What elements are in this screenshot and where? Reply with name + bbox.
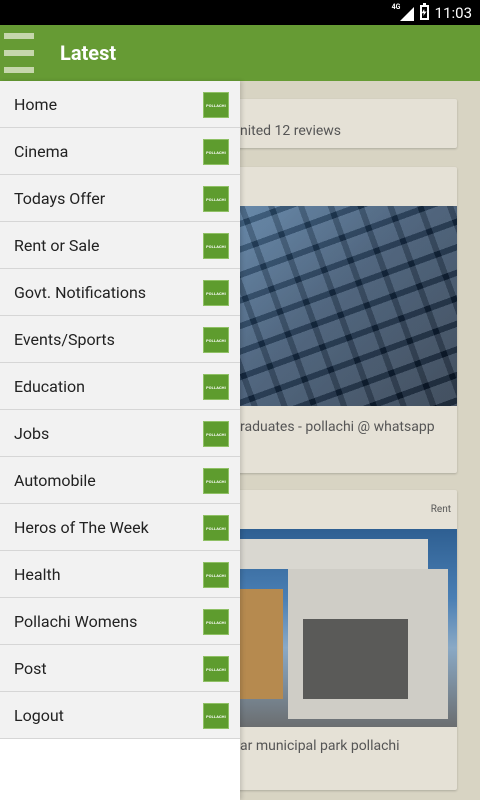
drawer-item-automobile[interactable]: Automobile POLLACHI xyxy=(0,457,240,504)
card-category-tag: Rent xyxy=(430,504,451,515)
drawer-item-education[interactable]: Education POLLACHI xyxy=(0,363,240,410)
drawer-item-events-sports[interactable]: Events/Sports POLLACHI xyxy=(0,316,240,363)
drawer-item-label: Automobile xyxy=(14,471,96,490)
drawer-item-todays-offer[interactable]: Todays Offer POLLACHI xyxy=(0,175,240,222)
drawer-item-post[interactable]: Post POLLACHI xyxy=(0,645,240,692)
battery-charging-icon xyxy=(419,3,429,20)
drawer-item-label: Pollachi Womens xyxy=(14,612,138,631)
drawer-item-health[interactable]: Health POLLACHI xyxy=(0,551,240,598)
feed-card[interactable]: raduates - pollachi @ whatsapp xyxy=(228,167,457,473)
pollachi-logo-icon: POLLACHI xyxy=(203,421,229,447)
pollachi-logo-icon: POLLACHI xyxy=(203,515,229,541)
pollachi-logo-icon: POLLACHI xyxy=(203,562,229,588)
pollachi-logo-icon: POLLACHI xyxy=(203,656,229,682)
feed-card[interactable]: Rent ar municipal park pollachi xyxy=(228,490,457,790)
drawer-item-home[interactable]: Home POLLACHI xyxy=(0,81,240,128)
drawer-item-govt-notifications[interactable]: Govt. Notifications POLLACHI xyxy=(0,269,240,316)
pollachi-logo-icon: POLLACHI xyxy=(203,703,229,729)
card-text: raduates - pollachi @ whatsapp xyxy=(240,419,435,435)
app-bar: Latest xyxy=(0,25,480,81)
drawer-item-label: Govt. Notifications xyxy=(14,283,147,302)
drawer-item-label: Jobs xyxy=(14,424,50,443)
card-text: ar municipal park pollachi xyxy=(240,738,400,754)
pollachi-logo-icon: POLLACHI xyxy=(203,468,229,494)
drawer-item-logout[interactable]: Logout POLLACHI xyxy=(0,692,240,739)
drawer-item-pollachi-womens[interactable]: Pollachi Womens POLLACHI xyxy=(0,598,240,645)
navigation-drawer: Home POLLACHI Cinema POLLACHI Todays Offer PO… xyxy=(0,81,240,800)
menu-icon[interactable] xyxy=(4,31,34,75)
drawer-item-label: Post xyxy=(14,659,47,678)
drawer-item-label: Cinema xyxy=(14,142,69,161)
pollachi-logo-icon: POLLACHI xyxy=(203,609,229,635)
drawer-item-label: Events/Sports xyxy=(14,330,115,349)
pollachi-logo-icon: POLLACHI xyxy=(203,374,229,400)
status-time: 11:03 xyxy=(434,3,472,22)
house-image xyxy=(228,529,457,727)
drawer-item-label: Rent or Sale xyxy=(14,236,100,255)
cell-signal-icon: 4G xyxy=(392,3,414,21)
drawer-item-label: Todays Offer xyxy=(14,189,106,208)
drawer-item-jobs[interactable]: Jobs POLLACHI xyxy=(0,410,240,457)
drawer-item-label: Logout xyxy=(14,706,64,725)
status-bar: 4G 11:03 xyxy=(0,0,480,25)
drawer-item-heros-of-the-week[interactable]: Heros of The Week POLLACHI xyxy=(0,504,240,551)
drawer-item-rent-or-sale[interactable]: Rent or Sale POLLACHI xyxy=(0,222,240,269)
pollachi-logo-icon: POLLACHI xyxy=(203,233,229,259)
feed-card[interactable]: nited 12 reviews xyxy=(228,99,457,148)
pollachi-logo-icon: POLLACHI xyxy=(203,327,229,353)
keyboard-image xyxy=(228,206,457,406)
drawer-item-label: Heros of The Week xyxy=(14,518,149,537)
page-title: Latest xyxy=(60,41,117,65)
pollachi-logo-icon: POLLACHI xyxy=(203,280,229,306)
drawer-item-label: Education xyxy=(14,377,85,396)
pollachi-logo-icon: POLLACHI xyxy=(203,186,229,212)
drawer-item-label: Health xyxy=(14,565,61,584)
pollachi-logo-icon: POLLACHI xyxy=(203,92,229,118)
drawer-item-cinema[interactable]: Cinema POLLACHI xyxy=(0,128,240,175)
drawer-item-label: Home xyxy=(14,95,58,114)
card-text: nited 12 reviews xyxy=(240,123,342,139)
pollachi-logo-icon: POLLACHI xyxy=(203,139,229,165)
